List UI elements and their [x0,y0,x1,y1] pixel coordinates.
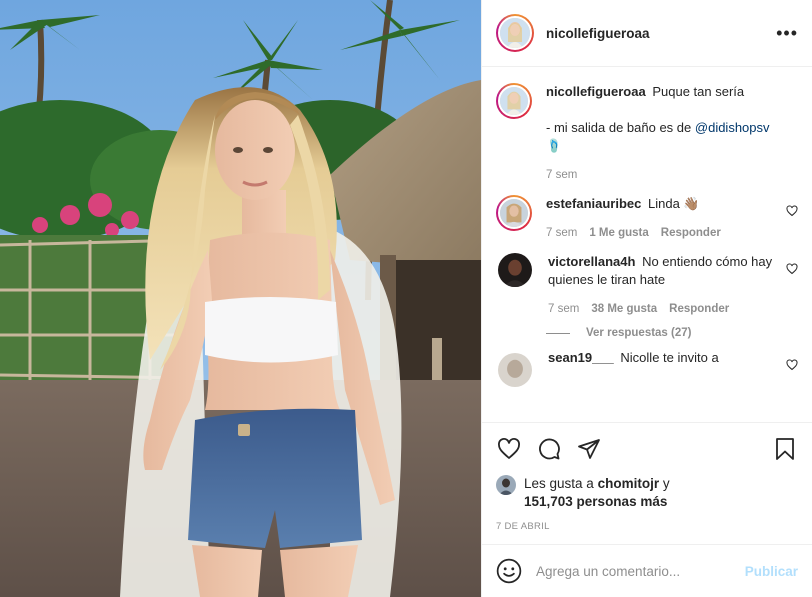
replies-divider [546,332,570,334]
caption-text: nicollefigueroaa Puque tan sería - mi sa… [546,83,798,155]
post-actions: Les gusta a chomitojr y 151,703 personas… [482,422,812,532]
likes-count[interactable]: 151,703 personas más [524,494,667,509]
comment-username[interactable]: sean19___ [548,350,614,365]
caption-mention-link[interactable]: @didishopsv [695,120,770,135]
reply-button[interactable]: Responder [669,303,729,315]
publish-button[interactable]: Publicar [745,564,798,579]
post-photo [0,0,481,597]
more-horizontal-icon[interactable]: ••• [776,24,798,42]
beach-photo-illustration [0,0,481,597]
view-replies-label: Ver respuestas (27) [586,327,692,339]
comment-item: victorellana4h No entiendo cómo hay quie… [496,253,798,315]
comment-time[interactable]: 7 sem [548,303,579,315]
view-replies-button[interactable]: Ver respuestas (27) [546,327,798,339]
comment-likes[interactable]: 1 Me gusta [589,227,648,239]
comment-avatar[interactable] [496,195,532,231]
share-icon[interactable] [576,436,602,462]
comment-username[interactable]: victorellana4h [548,254,635,269]
post-header: nicollefigueroaa ••• [482,0,812,67]
comment-item: sean19___ Nicolle te invito a [496,350,798,387]
heart-icon[interactable] [496,436,522,462]
likes-joiner: y [662,476,670,491]
post-side-panel: nicollefigueroaa ••• nicollefigueroaa Pu… [481,0,812,597]
comment-text: Linda 👋🏽 [648,196,700,211]
comment-avatar[interactable] [498,253,532,287]
likes-summary: Les gusta a chomitojr y 151,703 personas… [496,475,798,511]
heart-icon[interactable] [786,205,798,217]
comments-list: nicollefigueroaa Puque tan sería - mi sa… [482,67,812,422]
reply-button[interactable]: Responder [661,227,721,239]
liker-avatar[interactable] [496,475,516,495]
comment-time[interactable]: 7 sem [546,227,577,239]
comment-text: Nicolle te invito a [620,350,719,365]
add-comment-bar: Publicar [482,544,812,597]
comment-avatar[interactable] [498,353,532,387]
heart-icon[interactable] [786,263,798,275]
liker-username[interactable]: chomitojr [598,476,660,491]
comment-icon[interactable] [536,436,562,462]
caption-line-3: 🩴 [546,138,563,153]
likes-prefix: Les gusta a [524,476,594,491]
author-avatar[interactable] [496,14,534,52]
caption-line-2: - mi salida de baño es de [546,120,692,135]
caption-username[interactable]: nicollefigueroaa [546,84,646,99]
author-username[interactable]: nicollefigueroaa [546,26,650,41]
heart-icon[interactable] [786,359,798,371]
post-dialog: nicollefigueroaa ••• nicollefigueroaa Pu… [0,0,812,597]
post-date[interactable]: 7 DE ABRIL [496,521,798,532]
comment-input[interactable] [536,563,745,579]
bookmark-icon[interactable] [772,436,798,462]
caption: nicollefigueroaa Puque tan sería - mi sa… [496,83,798,181]
emoji-icon[interactable] [496,558,522,584]
caption-line-1: Puque tan sería [652,84,745,99]
comment-username[interactable]: estefaniauribec [546,196,641,211]
comment-item: estefaniauribec Linda 👋🏽 7 sem 1 Me gust… [496,195,798,239]
caption-avatar[interactable] [496,83,532,119]
comment-likes[interactable]: 38 Me gusta [591,303,657,315]
caption-time[interactable]: 7 sem [546,169,577,181]
